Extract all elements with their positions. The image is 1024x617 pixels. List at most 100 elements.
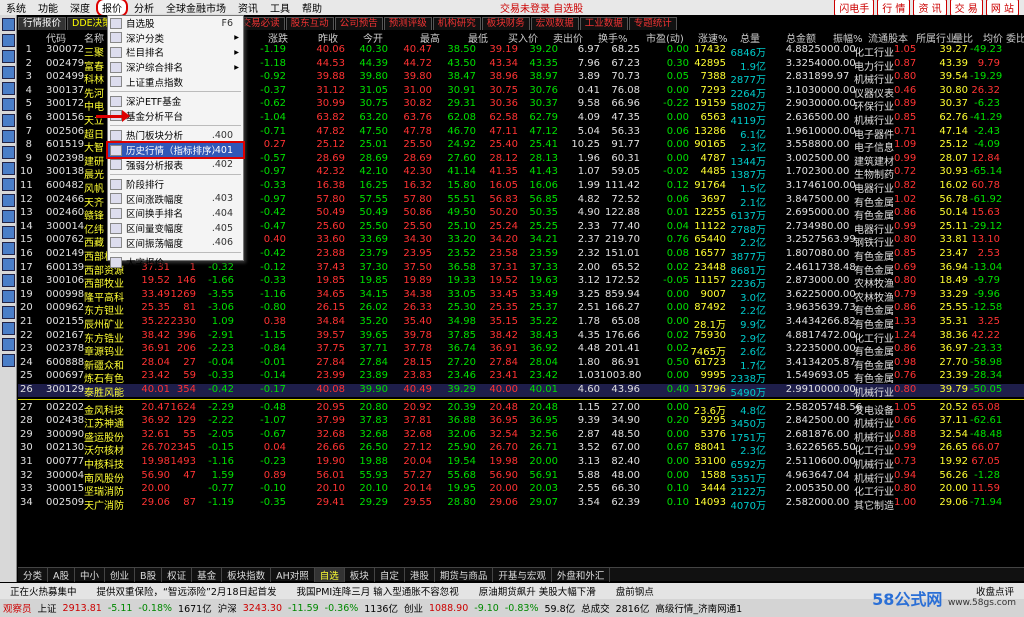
category-tab[interactable]: A股 [48,567,76,582]
dropdown-item[interactable]: 历史行情（指标排序） .401 [106,140,245,160]
header-cell[interactable]: 涨速% [698,30,728,45]
category-tab[interactable]: 板块 [345,567,375,582]
table-row[interactable]: 19 000998 隆平高科 33.49 1269 -3.55 -1.16 34.65 34.1… [18,289,1024,304]
top-button-3[interactable]: 交 易 [949,0,983,16]
category-tab[interactable]: 港股 [405,567,435,582]
tool-icon[interactable] [2,146,15,159]
menu-1[interactable]: 功能 [32,0,64,15]
category-tab[interactable]: 创业 [105,567,136,582]
tool-icon[interactable] [2,354,15,367]
menu-7[interactable]: 工具 [264,0,296,15]
header-cell[interactable]: 今开 [363,30,383,45]
ticker-item[interactable]: 原油期货飙升 美股大幅下滑 [469,584,606,598]
tool-icon[interactable] [2,50,15,63]
tab-8[interactable]: 宏观数据 [530,17,579,30]
tab-6[interactable]: 机构研究 [432,17,481,30]
table-row[interactable]: 23 002378 章源钨业 36.91 206 -2.23 -0.84 37.75 37.71… [18,343,1024,358]
header-cell[interactable]: 最高 [420,30,440,45]
tool-icon[interactable] [2,98,15,111]
header-cell[interactable]: 名称 [84,30,104,45]
tool-icon[interactable] [2,322,15,335]
table-row[interactable]: 28 002438 江苏神通 36.92 129 -2.22 -1.07 37.99 37.83… [18,415,1024,430]
tool-icon[interactable] [2,162,15,175]
table-row[interactable]: 34 002509 天广消防 29.06 87 -1.19 -0.35 29.41 29.29 2… [18,497,1024,512]
table-row[interactable]: 32 300004 南风股份 56.90 47 1.59 0.89 56.01 55.93 57.… [18,470,1024,485]
menu-4[interactable]: 分析 [128,0,160,15]
category-tab[interactable]: 板块指数 [222,567,272,582]
tool-icon[interactable] [2,178,15,191]
ticker-item[interactable]: 提供双重保险，“智远添险”2月18日起首发 [87,584,287,598]
header-cell[interactable]: 所属行业 [916,30,956,45]
header-cell[interactable]: 量比 [953,30,973,45]
menu-6[interactable]: 资讯 [232,0,264,15]
header-cell[interactable]: 总金额 [786,30,816,45]
header-cell[interactable]: 流通股本 [868,30,908,45]
tool-icon[interactable] [2,306,15,319]
category-tab[interactable]: 权证 [162,567,193,582]
table-row[interactable]: 25 000697 炼石有色 23.42 59 -0.33 -0.14 23.99 23.89 2… [18,370,1024,385]
menu-8[interactable]: 帮助 [296,0,328,15]
ticker-item[interactable]: 我国PMI连降三月 输入型通胀不容忽视 [287,584,469,598]
category-tab[interactable]: B股 [135,567,163,582]
tool-icon[interactable] [2,82,15,95]
dropdown-item[interactable]: 自选股 F6 [108,16,243,31]
table-row[interactable]: 18 300106 西部牧业 19.52 146 -1.66 -0.33 19.85 19.85… [18,275,1024,290]
tool-icon[interactable] [2,274,15,287]
header-cell[interactable]: 最低 [468,30,488,45]
category-tab[interactable]: 期货与商品 [435,567,494,582]
tool-icon[interactable] [2,34,15,47]
dropdown-item[interactable]: 强弱分析报表 .402 [108,157,243,172]
header-cell[interactable]: 买入价 [508,30,538,45]
category-tab[interactable]: 中小 [75,567,106,582]
tab-10[interactable]: 专题统计 [628,17,677,30]
header-cell[interactable]: 均价 [983,30,1003,45]
category-tab[interactable]: 自定 [375,567,405,582]
table-row[interactable]: 21 002155 辰州矿业 35.22 2330 1.09 0.38 34.84 35.20 3… [18,316,1024,331]
dropdown-item[interactable]: 区间量变幅度 .405 [108,221,243,236]
table-row[interactable]: 33 300015 坚瑞消防 20.00 -0.77 -0.10 20.10 20.10 20.… [18,483,1024,498]
top-button-0[interactable]: 闪电手 [834,0,875,16]
category-tab[interactable]: 分类 [18,567,49,582]
tool-icon[interactable] [2,338,15,351]
header-cell[interactable]: 市盈(动) [646,30,684,45]
tool-icon[interactable] [2,66,15,79]
tool-icon[interactable] [2,290,15,303]
dropdown-item[interactable]: 阶段排行 [108,177,243,192]
header-cell[interactable]: 委比% [1006,30,1024,45]
tab-5[interactable]: 预测评级 [383,17,432,30]
top-button-4[interactable]: 网 站 [985,0,1019,16]
table-row[interactable]: 29 300090 盛运股份 32.61 55 -2.05 -0.67 32.68 32.68 3… [18,429,1024,444]
tool-icon[interactable] [2,226,15,239]
table-row[interactable]: 27 002202 金风科技 20.47 1624 -2.29 -0.48 20.95 20.8… [18,402,1024,417]
category-tab[interactable]: 基金 [192,567,223,582]
top-button-1[interactable]: 行 情 [877,0,911,16]
header-cell[interactable]: 振幅% [833,30,863,45]
table-row[interactable]: 26 300129 泰胜风能 40.01 354 -0.42 -0.17 40.08 39.90… [18,384,1024,399]
table-row[interactable]: 20 000962 东方钽业 25.35 81 -3.06 -0.80 26.15 26.02 2… [18,302,1024,317]
category-tab[interactable]: AH对照 [271,567,315,582]
tool-icon[interactable] [2,18,15,31]
header-cell[interactable]: 涨跌 [268,30,288,45]
category-tab[interactable]: 开基与宏观 [493,567,552,582]
menu-2[interactable]: 深度 [64,0,96,15]
tab-0[interactable]: 行情报价 [18,17,67,30]
header-cell[interactable]: 换手% [598,30,628,45]
category-tab[interactable]: 外盘和外汇 [552,567,611,582]
table-row[interactable]: 31 000777 中核科技 19.98 1493 -1.16 -0.23 19.90 19.8… [18,456,1024,471]
header-cell[interactable]: 卖出价 [553,30,583,45]
table-row[interactable]: 30 002130 沃尔核材 26.70 2345 -0.15 0.04 26.66 26.50… [18,442,1024,457]
top-button-2[interactable]: 资 讯 [913,0,947,16]
dropdown-item[interactable]: 栏目排名 ▸ [108,45,243,60]
tool-icon[interactable] [2,114,15,127]
tool-icon[interactable] [2,210,15,223]
tool-icon[interactable] [2,242,15,255]
dropdown-item[interactable]: 上证重点指数 [108,74,243,89]
dropdown-item[interactable]: 深沪综合排名 ▸ [108,60,243,75]
dropdown-item[interactable]: 热门板块分析 .400 [108,128,243,143]
dropdown-item[interactable]: 大字报价 [108,255,243,270]
ticker-item[interactable]: 盘前钢点 [606,584,664,598]
ticker-item[interactable]: 正在火热募集中 [0,584,87,598]
tab-9[interactable]: 工业数据 [579,17,628,30]
tab-7[interactable]: 板块财务 [481,17,530,30]
tool-icon[interactable] [2,258,15,271]
